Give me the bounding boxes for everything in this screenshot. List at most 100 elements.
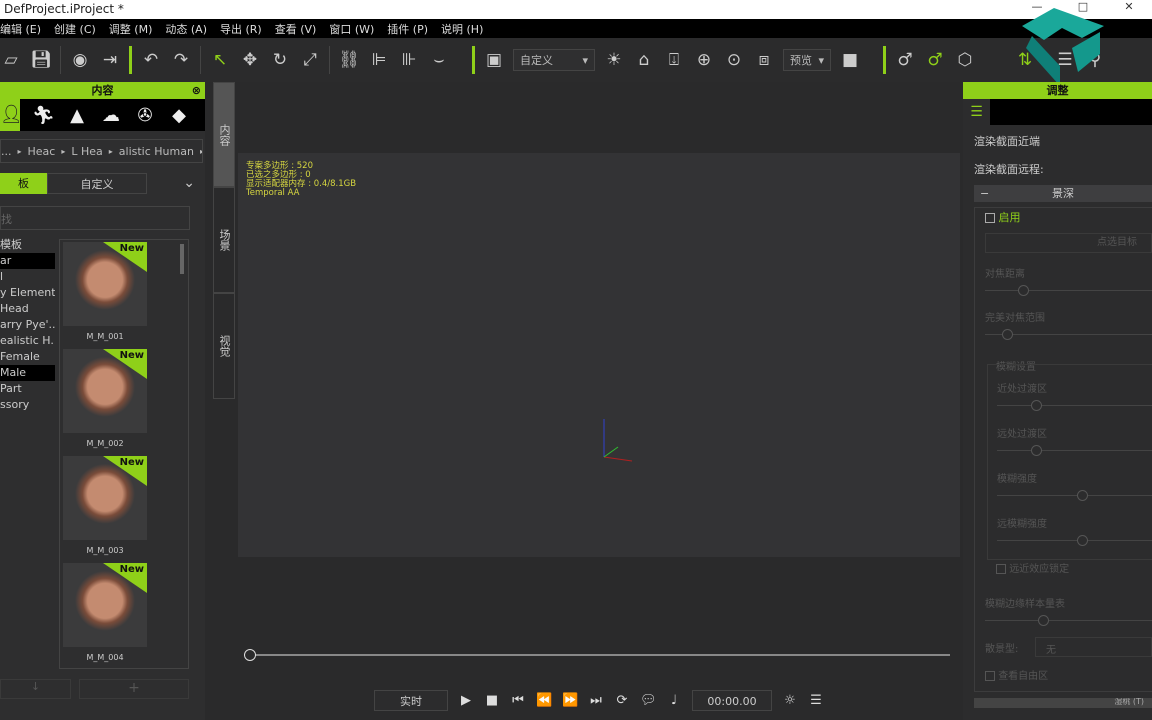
lock-checkbox[interactable]: 远近效应锁定 [996, 560, 1069, 575]
layout-preset-dropdown[interactable]: 自定义 ▾ [513, 49, 595, 71]
undo-icon[interactable]: ↶ [140, 50, 162, 70]
slider-knob[interactable] [1030, 400, 1042, 411]
tree-item[interactable]: y Element... [0, 285, 55, 301]
timeline-icon[interactable]: ☰ [808, 693, 824, 708]
stop-icon[interactable]: ■ [484, 693, 500, 708]
next-frame-icon[interactable]: ⏭ [588, 693, 604, 708]
add-button[interactable]: + [79, 679, 189, 699]
tree-item[interactable]: 模板 [0, 237, 55, 253]
tree-item[interactable]: Head [0, 301, 55, 317]
playback-mode-button[interactable]: 实时 [374, 690, 448, 711]
menu-item[interactable]: 动态 (A) [165, 21, 207, 37]
previous-frame-icon[interactable]: ⏮ [510, 693, 526, 708]
slider-track[interactable] [985, 285, 1152, 296]
slider-knob[interactable] [1001, 329, 1013, 340]
content-item[interactable]: New M_M_002 [63, 349, 147, 448]
fast-forward-icon[interactable]: ⏩ [562, 693, 578, 708]
3d-viewport[interactable] [238, 153, 960, 557]
breadcrumb-item[interactable]: Heac [28, 145, 56, 158]
settings-icon[interactable]: ☼ [782, 693, 798, 708]
slider-track[interactable] [997, 445, 1152, 456]
breadcrumb-item[interactable]: alistic Human [119, 145, 194, 158]
play-icon[interactable]: ▶ [458, 693, 474, 708]
breadcrumb-item[interactable]: ... [1, 145, 12, 158]
content-item[interactable]: New M_M_004 [63, 563, 147, 662]
dof-section-header[interactable]: − 景深 [974, 185, 1152, 202]
link-icon[interactable]: ⛓ [338, 50, 360, 70]
cubes-icon[interactable]: ⬡ [954, 50, 976, 70]
align-icon[interactable]: ⊪ [398, 50, 420, 70]
tree-item[interactable]: ealistic H... [0, 333, 55, 349]
subtitle-icon[interactable]: 💬︎ [640, 693, 657, 708]
tree-item[interactable]: Part [0, 381, 55, 397]
frame-icon[interactable]: ⧈ [753, 50, 775, 70]
stage-icon[interactable]: ▲ [66, 105, 88, 126]
menu-item[interactable]: 查看 (V) [275, 21, 317, 37]
side-tab-content[interactable]: 内容 [213, 82, 235, 187]
import-button[interactable]: ↓ [0, 679, 71, 699]
align-left-icon[interactable]: ⊫ [368, 50, 390, 70]
preview-icon[interactable]: ◉ [69, 50, 91, 70]
camera-icon[interactable]: ■ [839, 50, 861, 70]
rotate-icon[interactable]: ↻ [269, 50, 291, 70]
tree-item[interactable]: Female [0, 349, 55, 365]
menu-item[interactable]: 窗口 (W) [329, 21, 374, 37]
export-icon[interactable]: ⇥ [99, 50, 121, 70]
content-item[interactable]: New M_M_001 [63, 242, 147, 341]
time-display[interactable]: 00:00.00 [692, 690, 772, 711]
select-icon[interactable]: ↖ [209, 50, 231, 70]
search-input[interactable]: 找 [0, 206, 190, 230]
slider-track[interactable] [985, 615, 1152, 626]
content-item[interactable]: New M_M_003 [63, 456, 147, 555]
box-icon[interactable]: ◆ [168, 105, 190, 126]
move-icon[interactable]: ✥ [239, 50, 261, 70]
slider-track[interactable] [985, 329, 1152, 340]
fit-icon[interactable]: ⍗ [663, 50, 685, 70]
side-tab-scene[interactable]: 场景 [213, 187, 235, 293]
orbit-icon[interactable]: ⊙ [723, 50, 745, 70]
show-free-checkbox[interactable]: 查看自由区 [985, 667, 1048, 682]
next-section-header[interactable]: 湿桃 (T) [974, 698, 1152, 708]
side-tab-visual[interactable]: 视觉 [213, 293, 235, 399]
menu-item[interactable]: 编辑 (E) [0, 21, 41, 37]
rewind-icon[interactable]: ⏪ [536, 693, 552, 708]
music-icon[interactable]: ♩ [666, 693, 682, 708]
save-icon[interactable]: 💾︎ [30, 50, 52, 70]
tree-item[interactable]: l [0, 269, 55, 285]
redo-icon[interactable]: ↷ [170, 50, 192, 70]
menu-item[interactable]: 说明 (H) [441, 21, 483, 37]
menu-item[interactable]: 插件 (P) [387, 21, 428, 37]
scrollbar[interactable] [180, 244, 184, 274]
menu-item[interactable]: 导出 (R) [220, 21, 262, 37]
motion-icon[interactable]: 🏃︎ [32, 105, 55, 126]
tree-item[interactable]: Male [0, 365, 55, 381]
prop-icon[interactable]: ☁ [100, 105, 122, 126]
timeline-playhead[interactable] [244, 649, 256, 661]
scale-icon[interactable]: ⤢ [299, 50, 321, 70]
timeline-track[interactable] [244, 654, 950, 656]
close-button[interactable]: ✕ [1106, 0, 1152, 19]
options-icon[interactable]: ⌄ [147, 173, 205, 194]
render-mode-dropdown[interactable]: 预览 ▾ [783, 49, 831, 71]
slider-knob[interactable] [1030, 445, 1042, 456]
tree-item[interactable]: arry Pye'... [0, 317, 55, 333]
menu-item[interactable]: 创建 (C) [54, 21, 96, 37]
pick-target-button[interactable]: 点选目标 [985, 233, 1152, 253]
slider-track[interactable] [997, 490, 1152, 501]
tree-item[interactable]: ssory [0, 397, 55, 413]
film-icon[interactable]: ✇ [134, 105, 156, 126]
pose-icon[interactable]: ♂ [924, 50, 946, 70]
slider-track[interactable] [997, 535, 1152, 546]
bone-icon[interactable]: ♂ [894, 50, 916, 70]
slider-track[interactable] [997, 400, 1152, 411]
light-icon[interactable]: ☀ [603, 50, 625, 70]
breadcrumb-item[interactable]: L Hea [71, 145, 102, 158]
tab-template[interactable]: 板 [0, 173, 47, 194]
home-icon[interactable]: ⌂ [633, 50, 655, 70]
close-icon[interactable]: ⊗ [192, 82, 201, 99]
avatar-icon[interactable]: 👤︎ [0, 99, 23, 131]
tree-item[interactable]: ar [0, 253, 55, 269]
hide-icon[interactable]: ⌣ [428, 50, 450, 70]
open-icon[interactable]: ▱ [0, 50, 22, 70]
menu-item[interactable]: 调整 (M) [109, 21, 153, 37]
